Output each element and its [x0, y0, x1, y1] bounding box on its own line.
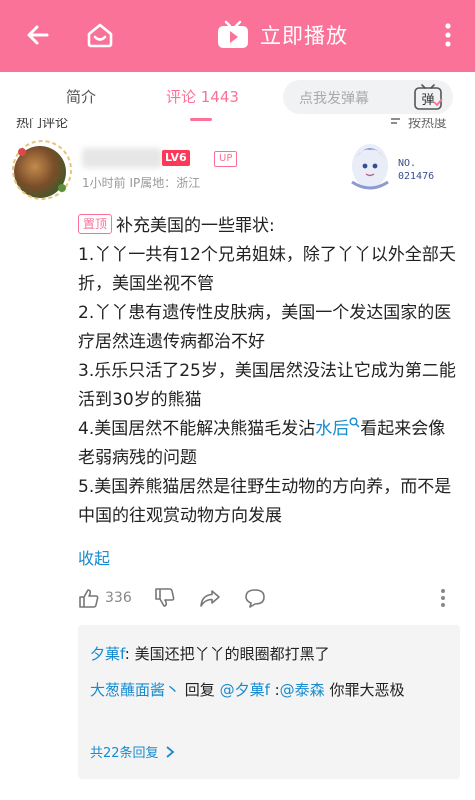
- danmaku-input[interactable]: 点我发弹幕: [299, 88, 369, 108]
- top-bar: 立即播放: [0, 0, 475, 72]
- reply-text: : 美国还把丫丫的眼圈都打黑了: [124, 645, 330, 663]
- avatar-frame-icon: [12, 140, 72, 200]
- username-redacted[interactable]: [82, 148, 162, 168]
- reply-target-mention[interactable]: @夕菓f: [220, 681, 270, 699]
- reply-button[interactable]: [244, 586, 266, 610]
- comment-more-button[interactable]: [440, 586, 446, 610]
- replies-box[interactable]: 夕菓f: 美国还把丫丫的眼圈都打黑了 大葱蘸面酱丶 回复 @夕菓f :@泰森 你…: [78, 625, 460, 779]
- comment-item-4-start: 4.美国居然不能解决熊猫毛发沾: [78, 419, 316, 439]
- comment-bubble-icon: [245, 589, 265, 608]
- level-badge: LV6: [162, 150, 190, 166]
- comment-item-3: 3.乐乐只活了25岁，美国居然没法让它成为第二能活到30岁的熊猫: [78, 361, 456, 410]
- up-badge: UP: [214, 151, 238, 167]
- comment-item-5: 5.美国养熊猫居然是往野生动物的方向养，而不是中国的往观赏动物方向发展: [78, 477, 452, 526]
- sort-icon: [391, 118, 400, 124]
- view-all-replies-label: 共22条回复: [90, 746, 159, 761]
- view-all-replies-link[interactable]: 共22条回复: [90, 742, 175, 761]
- comment-heading: 补充美国的一些罪状:: [116, 216, 275, 236]
- share-button[interactable]: [199, 586, 221, 610]
- back-button[interactable]: [22, 18, 54, 52]
- like-count: 336: [105, 590, 132, 606]
- more-button[interactable]: [436, 18, 460, 52]
- home-icon: [87, 23, 113, 48]
- home-button[interactable]: [84, 18, 116, 52]
- tab-comments[interactable]: 评论 1443: [166, 86, 239, 107]
- search-icon: [349, 417, 360, 428]
- reply-to-word: 回复: [180, 681, 220, 699]
- tv-play-icon: [218, 20, 248, 48]
- reply-username[interactable]: 大葱蘸面酱丶: [90, 681, 180, 699]
- comment-item-2: 2.丫丫患有遗传性皮肤病，美国一个发达国家的医疗居然连遗传病都治不好: [78, 303, 452, 352]
- chevron-right-icon: [165, 745, 174, 758]
- reply-text: 你罪大恶极: [324, 681, 405, 699]
- comment-actions: 336: [78, 586, 462, 610]
- dislike-button[interactable]: [154, 586, 176, 610]
- comment-item-4: 4.美国居然不能解决熊猫毛发沾水后 看起来会像老弱病残的问题: [78, 415, 462, 473]
- fan-number-line2: 021476: [398, 171, 435, 182]
- sort-control[interactable]: 按热度: [390, 118, 447, 131]
- reply-mention[interactable]: @泰森: [280, 681, 325, 699]
- thumbs-down-icon: [155, 588, 175, 607]
- danmaku-toggle-icon[interactable]: 弹: [413, 83, 443, 111]
- comment-meta: 1小时前 IP属地：浙江: [82, 176, 201, 190]
- section-title: 热门评论: [16, 118, 69, 131]
- more-vertical-icon: [445, 23, 451, 47]
- comment-item-1: 1.丫丫一共有12个兄弟姐妹，除了丫丫以外全部夭折，美国坐视不管: [78, 245, 456, 294]
- pinned-tag: 置顶: [78, 214, 113, 234]
- thumbs-up-icon: [79, 589, 99, 608]
- more-vertical-icon: [441, 589, 445, 607]
- like-button[interactable]: 336: [78, 586, 132, 610]
- arrow-left-icon: [27, 25, 49, 45]
- collapse-link[interactable]: 收起: [78, 545, 110, 569]
- reply-item: 大葱蘸面酱丶 回复 @夕菓f :@泰森 你罪大恶极: [90, 677, 450, 703]
- sort-label: 按热度: [408, 118, 448, 131]
- section-header: 热门评论 按热度: [0, 118, 475, 132]
- fan-number: NO. 021476: [398, 157, 434, 183]
- search-keyword-text: 水后: [315, 419, 350, 439]
- reply-item: 夕菓f: 美国还把丫丫的眼圈都打黑了: [90, 641, 450, 667]
- search-keyword-link[interactable]: 水后: [315, 417, 360, 439]
- reply-colon: :: [269, 681, 280, 699]
- danmaku-input-box[interactable]: 点我发弹幕 弹: [283, 80, 453, 114]
- play-now-label: 立即播放: [260, 24, 348, 48]
- comment-content: 置顶 补充美国的一些罪状: 1.丫丫一共有12个兄弟姐妹，除了丫丫以外全部夭折，美…: [78, 212, 462, 531]
- play-now-button[interactable]: 立即播放: [212, 18, 352, 52]
- share-icon: [200, 590, 220, 607]
- tab-intro[interactable]: 简介: [66, 86, 96, 107]
- fan-number-line1: NO.: [398, 158, 417, 169]
- reply-username[interactable]: 夕菓f: [90, 645, 125, 663]
- danmaku-icon-char: 弹: [421, 93, 434, 108]
